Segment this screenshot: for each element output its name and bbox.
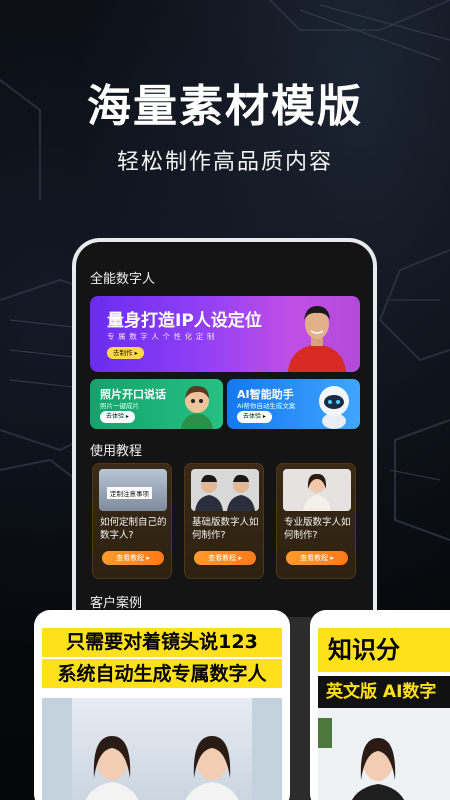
cartoon-boy-image	[181, 385, 213, 429]
tutorial-thumbnail	[191, 469, 259, 511]
banner-subtitle: 专属数字人个性化定制	[107, 332, 218, 341]
twin-women-image	[42, 698, 282, 800]
section-title-tutorials: 使用教程	[90, 444, 143, 459]
hero-subtitle: 轻松制作高品质内容	[116, 150, 333, 175]
case-card-secondary[interactable]: 知识分 英文版 AI数字	[310, 610, 450, 800]
photo-talk-try-button[interactable]: 去体验 ▸	[100, 411, 135, 423]
ai-assistant-try-button[interactable]: 去体验 ▸	[237, 411, 272, 423]
section-title-cases: 客户案例	[90, 596, 143, 611]
hero-title: 海量素材模版	[87, 81, 363, 132]
case-caption-line1: 只需要对着镜头说123	[42, 628, 282, 657]
tutorial-thumbnail: 定制注意事项	[99, 469, 167, 511]
app-screen: 全能数字人 量身打造IP人设定位 专属数字人个性化定制 去制作 ▸ 照片开口说话…	[76, 242, 373, 638]
tutorial-title: 如何定制自己的数字人?	[100, 517, 167, 541]
two-presenters-image	[195, 474, 255, 511]
tutorial-list: 定制注意事项 如何定制自己的数字人? 查看教程 ▸ 基础版数字人如何制作? 查看…	[92, 463, 362, 579]
thumbnail-caption: 定制注意事项	[107, 487, 152, 499]
man-avatar-image	[288, 306, 346, 372]
woman-presenter-image	[303, 473, 331, 511]
case-b-caption-line1: 知识分	[318, 628, 450, 672]
tutorial-title: 基础版数字人如何制作?	[192, 517, 259, 541]
case-video-frame	[42, 698, 282, 800]
go-make-button[interactable]: 去制作 ▸	[107, 347, 144, 359]
woman-presenter-image	[318, 718, 405, 800]
view-tutorial-button[interactable]: 查看教程 ▸	[194, 551, 256, 565]
case-b-caption-line2: 英文版 AI数字	[318, 676, 450, 708]
photo-talk-subtitle: 照片一键成片	[100, 402, 139, 410]
tutorial-thumbnail	[283, 469, 351, 511]
robot-astronaut-image	[319, 386, 349, 429]
case-b-video-frame	[318, 708, 450, 800]
view-tutorial-button[interactable]: 查看教程 ▸	[102, 551, 164, 565]
ai-assistant-card[interactable]: AI智能助手 AI帮你自动生成文案 去体验 ▸	[227, 379, 360, 429]
view-tutorial-button[interactable]: 查看教程 ▸	[286, 551, 348, 565]
ai-assistant-subtitle: AI帮你自动生成文案	[237, 402, 296, 410]
tutorial-card[interactable]: 专业版数字人如何制作? 查看教程 ▸	[276, 463, 356, 579]
banner-title: 量身打造IP人设定位	[107, 311, 262, 331]
photo-talk-card[interactable]: 照片开口说话 照片一键成片 去体验 ▸	[90, 379, 223, 429]
section-title-digital-human: 全能数字人	[90, 272, 156, 287]
tutorial-title: 专业版数字人如何制作?	[284, 517, 351, 541]
case-caption-line2: 系统自动生成专属数字人	[42, 659, 282, 688]
case-card-primary[interactable]: 只需要对着镜头说123 系统自动生成专属数字人	[34, 610, 290, 800]
tutorial-card[interactable]: 定制注意事项 如何定制自己的数字人? 查看教程 ▸	[92, 463, 172, 579]
tutorial-card[interactable]: 基础版数字人如何制作? 查看教程 ▸	[184, 463, 264, 579]
phone-mockup: 全能数字人 量身打造IP人设定位 专属数字人个性化定制 去制作 ▸ 照片开口说话…	[72, 238, 377, 638]
ip-persona-banner[interactable]: 量身打造IP人设定位 专属数字人个性化定制 去制作 ▸	[90, 296, 360, 372]
